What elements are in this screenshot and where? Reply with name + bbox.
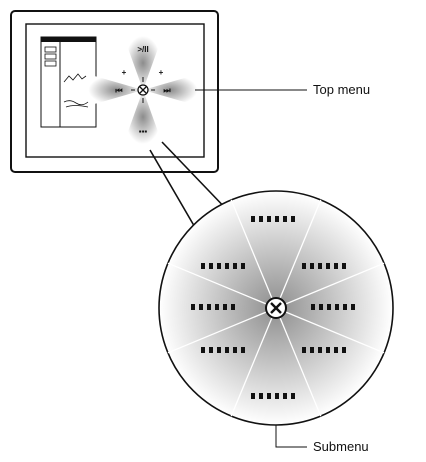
submenu-leader (275, 425, 307, 448)
rewind-icon: ⏮ (115, 86, 122, 95)
fast-forward-icon: ⏭ (163, 86, 171, 95)
submenu-disc (158, 190, 394, 426)
top-menu-label: Top menu (313, 82, 370, 97)
plus-icon: + (159, 68, 164, 77)
app-window (40, 36, 97, 128)
diagram-canvas: >/II ⏮ ⏭ ▪▪▪ + + Top menu Submenu (10, 10, 394, 454)
more-icon: ▪▪▪ (139, 127, 148, 136)
play-pause-icon: >/II (137, 45, 148, 54)
submenu-label: Submenu (313, 439, 369, 454)
plus-icon: + (122, 68, 127, 77)
app-titlebar (41, 37, 96, 42)
